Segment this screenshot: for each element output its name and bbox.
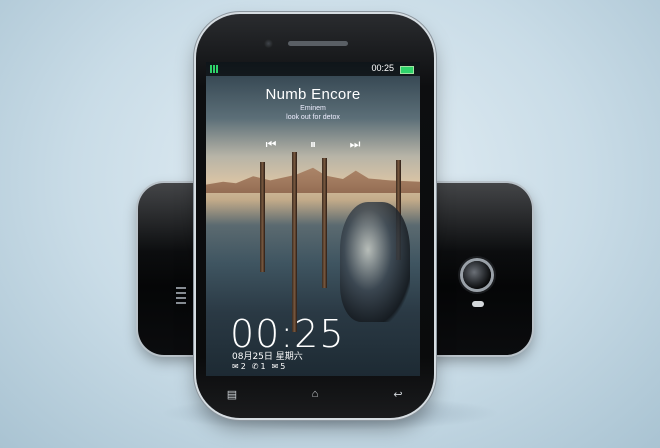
camera-flash-icon [472,301,484,307]
mooring-pole [292,152,297,332]
camera-lens-icon [463,261,491,289]
side-speaker-icon [176,287,186,305]
mooring-pole [322,158,327,288]
mooring-pole [260,162,265,272]
home-icon[interactable]: ⌂ [307,388,323,400]
song-album: look out for detox [286,114,340,121]
next-track-icon[interactable]: ⏭ [344,137,366,152]
lock-date: 08月25日 星期六 [232,352,303,362]
notification-message[interactable]: ✉ 2 [232,362,246,371]
phone-count: 1 [260,362,266,371]
menu-icon[interactable]: ▤ [224,388,240,401]
mail-count: 5 [280,362,286,371]
lock-screen[interactable]: 00:25 Numb Encore Eminem look out for de… [206,62,420,376]
city-skyline [206,167,420,193]
status-time: 00:25 [371,63,394,73]
message-count: 2 [240,362,246,371]
signal-bars-icon [210,65,220,73]
battery-icon [400,66,414,74]
song-artist: Eminem [300,105,326,112]
hardware-nav-bar: ▤ ⌂ ↩ [196,380,434,408]
song-title: Numb Encore [265,86,361,103]
notification-mail[interactable]: ✉ 5 [272,362,286,371]
back-icon[interactable]: ↩ [390,388,406,401]
previous-track-icon[interactable]: ⏮ [260,137,282,152]
music-controls: ⏮ ⏸ ⏭ [260,136,366,152]
notification-phone[interactable]: ✆ 1 [252,362,266,371]
status-bar: 00:25 [206,62,420,76]
mail-icon: ✉ [271,362,279,371]
notification-counts: ✉ 2 ✆ 1 ✉ 5 [232,362,285,371]
pause-icon[interactable]: ⏸ [302,137,324,152]
message-icon: ✉ [232,362,239,371]
front-phone: 00:25 Numb Encore Eminem look out for de… [196,14,434,418]
front-camera-icon [264,39,273,48]
phone-icon: ✆ [251,362,259,371]
gondola [340,202,410,322]
earpiece-speaker [288,41,348,46]
